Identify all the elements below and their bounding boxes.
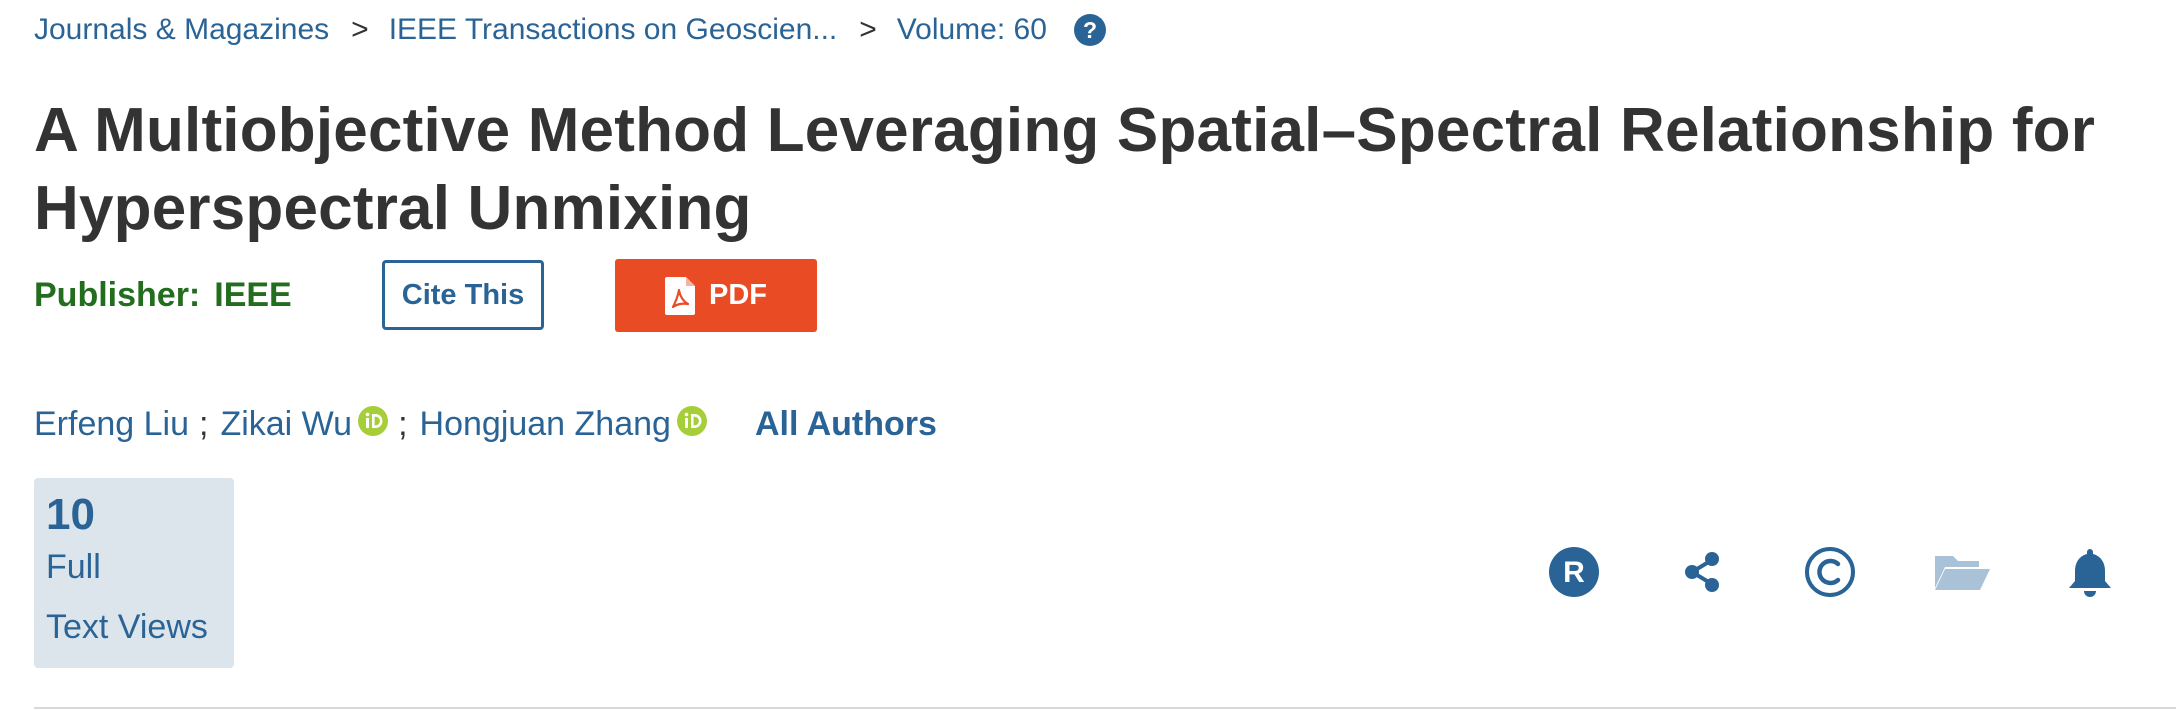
svg-text:R: R: [1563, 556, 1585, 589]
full-text-views-box: 10 Full Text Views: [34, 478, 234, 668]
copyright-icon[interactable]: [1800, 542, 1860, 602]
pdf-button-label: PDF: [709, 279, 767, 311]
breadcrumb-journals-magazines[interactable]: Journals & Magazines: [34, 13, 329, 47]
divider: [34, 707, 2176, 709]
views-label: Full: [46, 548, 101, 586]
publisher-label: Publisher:: [34, 276, 201, 314]
cite-this-button[interactable]: Cite This: [382, 260, 544, 330]
folder-icon[interactable]: [1932, 542, 1992, 602]
all-authors-link[interactable]: All Authors: [755, 405, 937, 444]
orcid-icon[interactable]: [676, 405, 707, 436]
author-link[interactable]: Zikai Wu: [220, 405, 352, 444]
breadcrumb: Journals & Magazines > IEEE Transactions…: [34, 13, 1107, 47]
breadcrumb-separator: >: [859, 13, 877, 46]
question-circle-icon[interactable]: ?: [1073, 13, 1107, 47]
breadcrumb-separator: >: [351, 13, 369, 46]
page-title: A Multiobjective Method Leveraging Spati…: [34, 96, 2096, 243]
author-separator: ;: [199, 405, 209, 443]
bell-icon[interactable]: [2060, 542, 2120, 602]
pdf-file-icon: [665, 276, 695, 315]
views-label: Text Views: [46, 608, 208, 646]
publisher-name: IEEE: [214, 276, 292, 314]
pdf-button[interactable]: PDF: [615, 259, 817, 332]
svg-text:?: ?: [1083, 17, 1097, 43]
orcid-icon[interactable]: [358, 405, 389, 436]
share-icon[interactable]: [1672, 542, 1732, 602]
breadcrumb-journal[interactable]: IEEE Transactions on Geoscien...: [389, 13, 838, 47]
breadcrumb-volume[interactable]: Volume: 60: [897, 13, 1047, 47]
author-separator: ;: [398, 405, 408, 443]
author-link[interactable]: Erfeng Liu: [34, 405, 189, 444]
author-link[interactable]: Hongjuan Zhang: [420, 405, 671, 444]
views-count: 10: [46, 490, 95, 539]
author-list: Erfeng Liu ; Zikai Wu ; Hongjuan Zhang A…: [34, 405, 937, 444]
publisher: Publisher: IEEE: [34, 276, 292, 315]
rights-icon[interactable]: R: [1544, 542, 1604, 602]
